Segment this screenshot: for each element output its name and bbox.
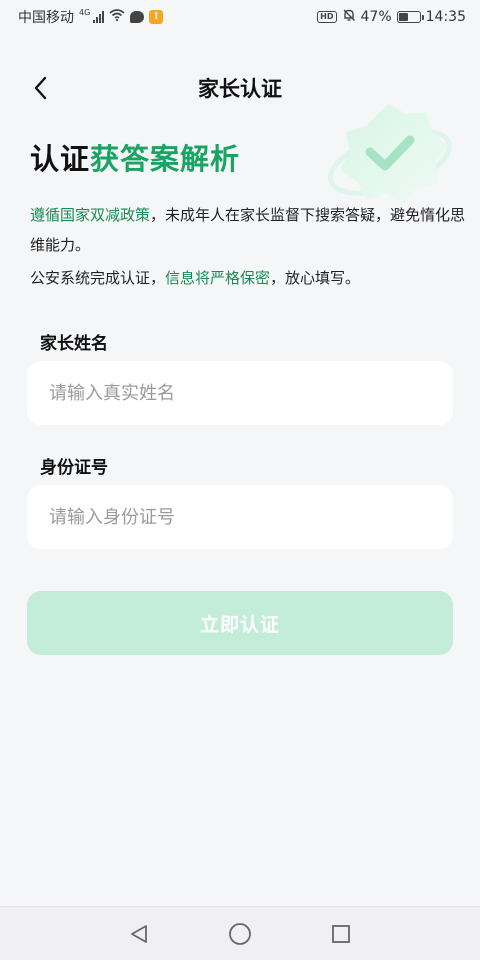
hero-title-plain: 认证 <box>30 142 91 176</box>
privacy-text-end: ，放心填写。 <box>270 269 361 287</box>
status-bar: 中国移动 4G ! HD 47% 14:35 <box>0 0 480 34</box>
back-triangle-icon <box>130 924 147 943</box>
privacy-description: 公安系统完成认证，信息将严格保密，放心填写。 <box>30 263 470 293</box>
policy-description: 遵循国家双减政策，未成年人在家长监督下搜索答疑，避免惰化思维能力。 <box>30 200 470 260</box>
id-field-container <box>27 485 453 549</box>
hero-title-accent: 获答案解析 <box>90 142 241 176</box>
verified-badge-icon <box>327 104 453 204</box>
hd-icon: HD <box>317 11 337 23</box>
battery-percent: 47% <box>360 9 392 25</box>
recents-square-icon <box>332 924 351 943</box>
system-nav-bar <box>0 906 480 960</box>
status-bar-right: HD 47% 14:35 <box>317 8 466 26</box>
home-circle-icon <box>229 922 251 945</box>
battery-icon <box>396 11 424 23</box>
nav-back-button[interactable] <box>119 914 159 954</box>
id-number-label: 身份证号 <box>40 458 108 478</box>
mute-bell-icon <box>342 8 356 26</box>
privacy-link[interactable]: 信息将严格保密 <box>165 269 270 287</box>
page-title: 家长认证 <box>198 77 282 101</box>
name-input[interactable] <box>49 382 431 404</box>
network-type: 4G <box>79 7 91 17</box>
verify-button[interactable]: 立即认证 <box>27 591 453 655</box>
chevron-left-icon <box>34 76 47 100</box>
nav-home-button[interactable] <box>220 914 260 954</box>
hero-title: 认证获答案解析 <box>30 136 240 178</box>
app-notification-icon: ! <box>149 10 164 24</box>
name-field-container <box>27 361 453 425</box>
back-button[interactable] <box>26 74 54 102</box>
clock: 14:35 <box>425 9 466 25</box>
message-notification-icon <box>130 11 145 23</box>
battery-level-fill <box>398 13 409 21</box>
policy-link[interactable]: 遵循国家双减政策 <box>30 206 150 224</box>
nav-recents-button[interactable] <box>321 914 361 954</box>
status-bar-left: 中国移动 4G ! <box>18 7 164 27</box>
carrier-name: 中国移动 <box>18 10 74 26</box>
signal-icon <box>93 11 105 23</box>
wifi-icon <box>109 9 125 25</box>
name-label: 家长姓名 <box>40 334 108 354</box>
id-number-input[interactable] <box>49 506 431 528</box>
privacy-text-start: 公安系统完成认证， <box>30 269 166 287</box>
